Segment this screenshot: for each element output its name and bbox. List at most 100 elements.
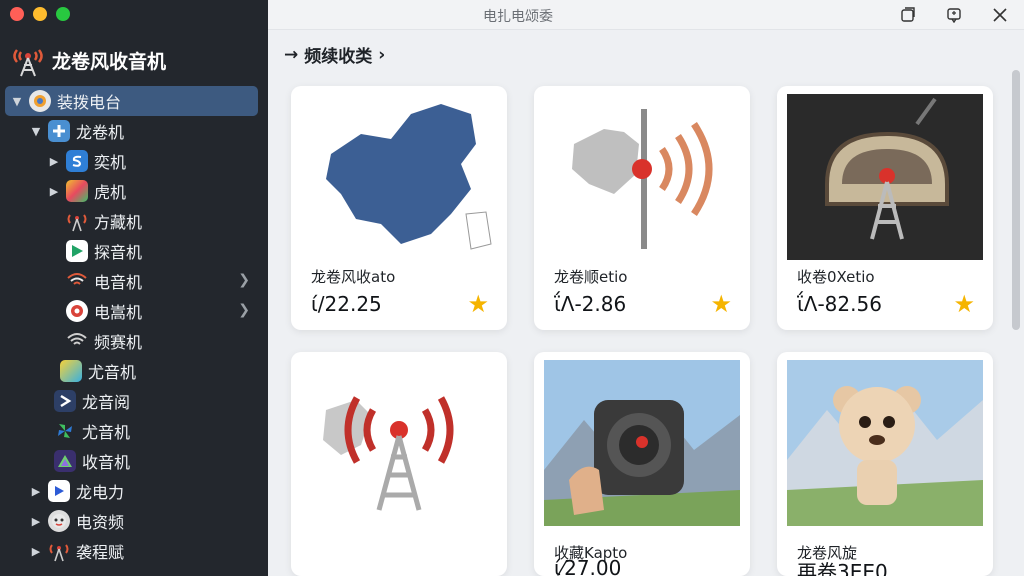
tree-item-label: 尤音机 <box>88 363 137 382</box>
tree-item[interactable]: ▶ 电资频 <box>0 506 268 536</box>
app-header: 龙卷风收音机 <box>10 42 166 78</box>
radio-dial-icon <box>29 90 51 112</box>
chevron-right-icon[interactable]: ❯ <box>238 272 250 288</box>
tree-item-label: 虎机 <box>94 183 127 202</box>
station-frequency: ί⁄27.00 <box>554 556 622 576</box>
scrollbar[interactable] <box>1012 70 1020 330</box>
arrow-right-icon[interactable]: → <box>284 45 298 65</box>
station-frequency: ΐΛ-82.56 <box>797 292 882 316</box>
station-card[interactable]: 收卷0Xetio ΐΛ-82.56 ★ <box>777 86 993 330</box>
chevron-down-icon[interactable]: ▼ <box>30 125 42 138</box>
station-frequency: ΐΛ-2.86 <box>554 292 627 316</box>
window-controls <box>10 7 70 21</box>
favorite-star-icon[interactable]: ★ <box>710 290 732 318</box>
tree-item-label: 频赛机 <box>94 333 143 352</box>
breadcrumb-label[interactable]: 频续收类 <box>304 42 372 67</box>
tree-item[interactable]: 电音机 ❯ <box>0 266 268 296</box>
tree-item[interactable]: 方藏机 <box>0 206 268 236</box>
window-actions <box>898 5 1010 25</box>
tree-item[interactable]: ▶ 龙电力 <box>0 476 268 506</box>
wifi-gray-icon <box>66 330 88 352</box>
tower-red-icon <box>48 540 70 562</box>
play-store-icon <box>66 240 88 262</box>
triangle-app-icon <box>54 450 76 472</box>
tree-item-label: 收音机 <box>82 453 131 472</box>
red-radio-icon <box>66 300 88 322</box>
tree-item-label: 龙电力 <box>76 483 125 502</box>
tree-item-label: 奕机 <box>94 153 127 172</box>
radio-tower-logo-icon <box>13 49 43 77</box>
s-logo-icon <box>66 150 88 172</box>
station-card[interactable] <box>291 352 507 576</box>
station-name: 龙卷顺etio <box>554 268 628 286</box>
station-card[interactable]: 收藏Kapto ί⁄27.00 <box>534 352 750 576</box>
chevron-right-icon[interactable]: ▶ <box>30 545 42 558</box>
tree-item-label: 电资频 <box>76 513 125 532</box>
chevron-right-icon[interactable]: ▶ <box>48 185 60 198</box>
tree-item[interactable]: 尤音机 <box>0 356 268 386</box>
chevron-right-icon[interactable]: ▶ <box>30 515 42 528</box>
chevron-right-icon[interactable]: › <box>378 45 385 65</box>
chat-window-icon[interactable] <box>944 5 964 25</box>
tree-item-label: 龙音阅 <box>82 393 131 412</box>
bear-mascot-image <box>787 360 983 526</box>
tree-item-label: 尤音机 <box>82 423 131 442</box>
station-name: 收卷0Xetio <box>797 268 875 286</box>
app-name: 龙卷风收音机 <box>52 50 167 73</box>
sidebar: 龙卷风收音机 ▼ 装拨电台 ▼ 龙卷机 ▶ 奕机 ▶ 虎机 方藏机 探音机 电音… <box>0 0 268 576</box>
tree-item-group[interactable]: ▼ 龙卷机 <box>0 116 268 146</box>
colorful-app-icon <box>66 180 88 202</box>
favorite-star-icon[interactable]: ★ <box>953 290 975 318</box>
tree-item[interactable]: 电嵩机 ❯ <box>0 296 268 326</box>
tree-item[interactable]: ▶ 虎机 <box>0 176 268 206</box>
radio-tower-icon <box>66 210 88 232</box>
tower-waves-image <box>301 360 497 526</box>
station-name: 龙卷风收ato <box>311 268 396 286</box>
tree-item[interactable]: 龙音阅 <box>0 386 268 416</box>
tree-item[interactable]: ▶ 袭程赋 <box>0 536 268 566</box>
chevron-right-icon[interactable]: ▶ <box>48 155 60 168</box>
speaker-mountains-image <box>544 360 740 526</box>
tree-item-label: 电嵩机 <box>94 303 143 322</box>
tree-item-label: 方藏机 <box>94 213 143 232</box>
tree-item-label: 龙卷机 <box>76 123 125 142</box>
tree-item[interactable]: 频赛机 <box>0 326 268 356</box>
white-app-icon <box>54 390 76 412</box>
tree-item[interactable]: 尤音机 <box>0 416 268 446</box>
tree-item-label: 袭程赋 <box>76 543 125 562</box>
tree-item-label: 探音机 <box>94 243 143 262</box>
breadcrumb: → 频续收类 › <box>284 42 385 68</box>
station-frequency: 再卷3EE0 <box>797 560 888 576</box>
vintage-radio-image <box>787 94 983 260</box>
gradient-app-icon <box>60 360 82 382</box>
station-tree: ▼ 装拨电台 ▼ 龙卷机 ▶ 奕机 ▶ 虎机 方藏机 探音机 电音机 ❯ 电嵩机… <box>0 86 268 566</box>
chevron-right-icon[interactable]: ▶ <box>30 485 42 498</box>
minimize-window-button[interactable] <box>33 7 47 21</box>
title-bar: 电扎电颂委 <box>268 0 1024 30</box>
zoom-window-button[interactable] <box>56 7 70 21</box>
tree-item[interactable]: 收音机 <box>0 446 268 476</box>
tree-item-label: 电音机 <box>94 273 143 292</box>
favorite-star-icon[interactable]: ★ <box>467 290 489 318</box>
chevron-right-icon[interactable]: ❯ <box>238 302 250 318</box>
station-card[interactable]: 龙卷风收ato ί/22.25 ★ <box>291 86 507 330</box>
china-map-image <box>301 94 497 260</box>
station-card[interactable]: 龙卷顺etio ΐΛ-2.86 ★ <box>534 86 750 330</box>
station-frequency: ί/22.25 <box>311 292 382 316</box>
tree-item[interactable]: ▶ 奕机 <box>0 146 268 176</box>
tree-item-featured[interactable]: ▼ 装拨电台 <box>5 86 258 116</box>
close-window-button[interactable] <box>10 7 24 21</box>
map-tower-image <box>544 94 740 260</box>
face-app-icon <box>48 510 70 532</box>
chevron-down-icon[interactable]: ▼ <box>11 95 23 108</box>
app-grid-icon <box>48 120 70 142</box>
tree-item-label: 装拨电台 <box>57 93 122 112</box>
station-card[interactable]: 龙卷风旋 再卷3EE0 <box>777 352 993 576</box>
duplicate-window-icon[interactable] <box>898 5 918 25</box>
play-button-icon <box>48 480 70 502</box>
close-icon[interactable] <box>990 5 1010 25</box>
green-pinwheel-icon <box>54 420 76 442</box>
window-title: 电扎电颂委 <box>483 9 553 25</box>
wifi-signal-icon <box>66 270 88 292</box>
tree-item[interactable]: 探音机 <box>0 236 268 266</box>
